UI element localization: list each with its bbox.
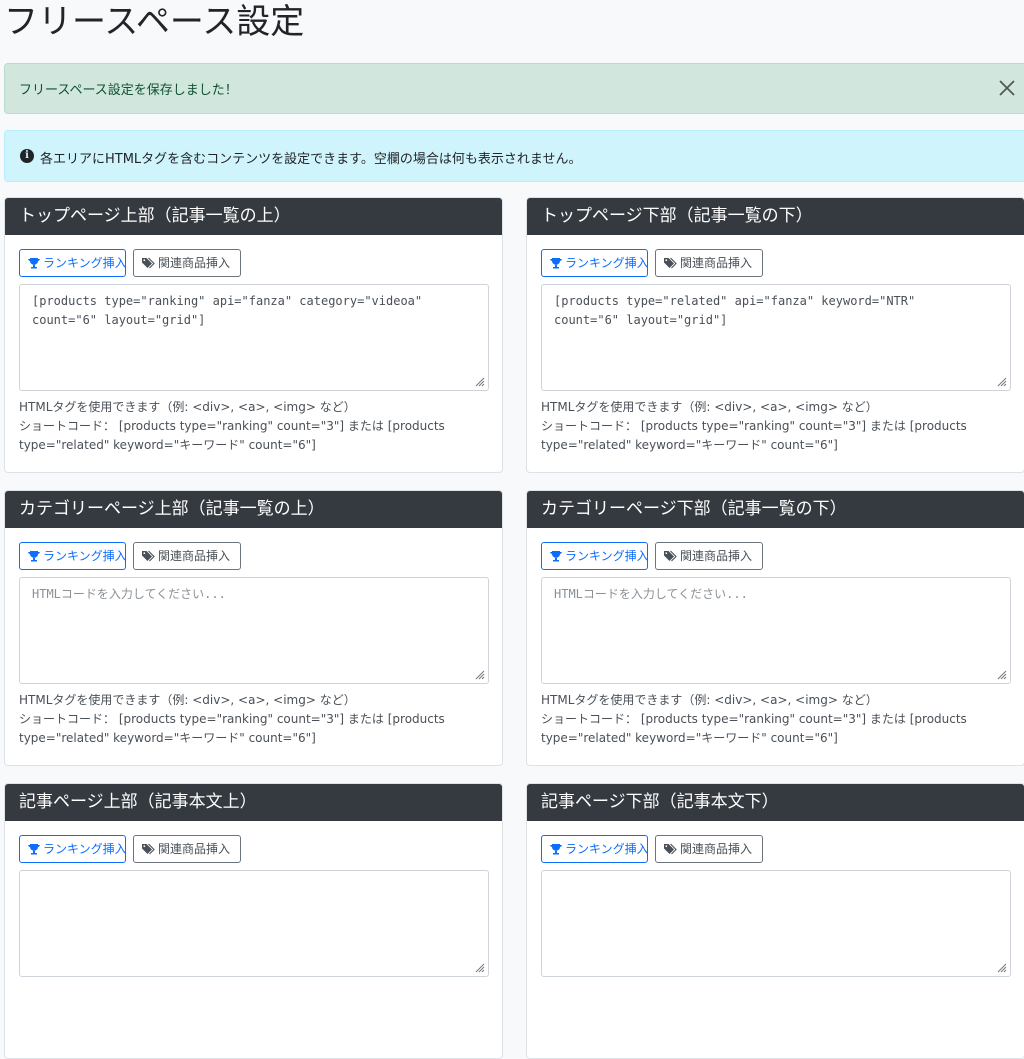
help-text: HTMLタグを使用できます（例: <div>, <a>, <img> など） ショ… bbox=[541, 693, 967, 745]
help-text: HTMLタグを使用できます（例: <div>, <a>, <img> など） ショ… bbox=[19, 400, 445, 452]
html-textarea[interactable]: HTMLコードを入力してください... bbox=[541, 577, 1011, 684]
related-insert-label: 関連商品挿入 bbox=[158, 256, 231, 270]
ranking-insert-label: ランキング挿入 bbox=[43, 549, 127, 563]
related-insert-label: 関連商品挿入 bbox=[158, 842, 231, 856]
ranking-insert-button[interactable]: ランキング挿入 bbox=[541, 835, 649, 863]
related-insert-button[interactable]: 関連商品挿入 bbox=[133, 835, 241, 863]
card-title: 記事ページ上部（記事本文上） bbox=[5, 784, 502, 821]
help-text: HTMLタグを使用できます（例: <div>, <a>, <img> など） ショ… bbox=[541, 400, 967, 452]
html-textarea[interactable]: HTMLコードを入力してください... bbox=[19, 577, 489, 684]
info-icon: i bbox=[20, 149, 34, 163]
tags-icon bbox=[142, 550, 155, 562]
card-title: トップページ下部（記事一覧の下） bbox=[527, 198, 1024, 235]
trophy-icon bbox=[550, 844, 562, 855]
resize-grip-icon[interactable] bbox=[473, 375, 485, 387]
card-title: カテゴリーページ下部（記事一覧の下） bbox=[527, 491, 1024, 528]
html-textarea[interactable] bbox=[19, 870, 489, 977]
resize-grip-icon[interactable] bbox=[995, 668, 1007, 680]
card-title: トップページ上部（記事一覧の上） bbox=[5, 198, 502, 235]
ranking-insert-label: ランキング挿入 bbox=[565, 842, 649, 856]
related-insert-label: 関連商品挿入 bbox=[680, 842, 753, 856]
related-insert-label: 関連商品挿入 bbox=[680, 256, 753, 270]
trophy-icon bbox=[550, 258, 562, 269]
ranking-insert-button[interactable]: ランキング挿入 bbox=[19, 249, 127, 277]
card-article-upper: 記事ページ上部（記事本文上） ランキング挿入 関連商品挿入 bbox=[4, 783, 503, 1059]
ranking-insert-button[interactable]: ランキング挿入 bbox=[541, 542, 649, 570]
html-textarea[interactable] bbox=[541, 870, 1011, 977]
card-category-upper: カテゴリーページ上部（記事一覧の上） ランキング挿入 関連商品挿入 HTMLコー… bbox=[4, 490, 503, 766]
info-alert: i 各エリアにHTMLタグを含むコンテンツを設定できます。空欄の場合は何も表示さ… bbox=[4, 130, 1024, 182]
ranking-insert-label: ランキング挿入 bbox=[43, 842, 127, 856]
success-alert: フリースペース設定を保存しました！ bbox=[4, 63, 1024, 114]
tags-icon bbox=[664, 257, 677, 269]
success-message: フリースペース設定を保存しました！ bbox=[19, 83, 238, 98]
html-textarea[interactable]: [products type="related" api="fanza" key… bbox=[541, 284, 1011, 391]
ranking-insert-label: ランキング挿入 bbox=[43, 256, 127, 270]
related-insert-button[interactable]: 関連商品挿入 bbox=[655, 542, 763, 570]
tags-icon bbox=[142, 843, 155, 855]
info-message: 各エリアにHTMLタグを含むコンテンツを設定できます。空欄の場合は何も表示されま… bbox=[40, 152, 582, 167]
ranking-insert-button[interactable]: ランキング挿入 bbox=[19, 542, 127, 570]
close-icon[interactable] bbox=[995, 76, 1019, 100]
card-title: カテゴリーページ上部（記事一覧の上） bbox=[5, 491, 502, 528]
card-article-lower: 記事ページ下部（記事本文下） ランキング挿入 関連商品挿入 bbox=[526, 783, 1024, 1059]
resize-grip-icon[interactable] bbox=[473, 668, 485, 680]
related-insert-label: 関連商品挿入 bbox=[680, 549, 753, 563]
resize-grip-icon[interactable] bbox=[995, 375, 1007, 387]
tags-icon bbox=[664, 843, 677, 855]
related-insert-button[interactable]: 関連商品挿入 bbox=[655, 835, 763, 863]
card-category-lower: カテゴリーページ下部（記事一覧の下） ランキング挿入 関連商品挿入 HTMLコー… bbox=[526, 490, 1024, 766]
ranking-insert-button[interactable]: ランキング挿入 bbox=[19, 835, 127, 863]
trophy-icon bbox=[28, 258, 40, 269]
card-top-lower: トップページ下部（記事一覧の下） ランキング挿入 関連商品挿入 [product… bbox=[526, 197, 1024, 473]
page-title: フリースペース設定 bbox=[4, 2, 305, 42]
related-insert-label: 関連商品挿入 bbox=[158, 549, 231, 563]
resize-grip-icon[interactable] bbox=[473, 961, 485, 973]
resize-grip-icon[interactable] bbox=[995, 961, 1007, 973]
tags-icon bbox=[664, 550, 677, 562]
trophy-icon bbox=[28, 844, 40, 855]
ranking-insert-label: ランキング挿入 bbox=[565, 549, 649, 563]
ranking-insert-button[interactable]: ランキング挿入 bbox=[541, 249, 649, 277]
related-insert-button[interactable]: 関連商品挿入 bbox=[133, 249, 241, 277]
help-text: HTMLタグを使用できます（例: <div>, <a>, <img> など） ショ… bbox=[19, 693, 445, 745]
card-title: 記事ページ下部（記事本文下） bbox=[527, 784, 1024, 821]
ranking-insert-label: ランキング挿入 bbox=[565, 256, 649, 270]
html-textarea[interactable]: [products type="ranking" api="fanza" cat… bbox=[19, 284, 489, 391]
tags-icon bbox=[142, 257, 155, 269]
trophy-icon bbox=[28, 551, 40, 562]
card-top-upper: トップページ上部（記事一覧の上） ランキング挿入 関連商品挿入 [product… bbox=[4, 197, 503, 473]
trophy-icon bbox=[550, 551, 562, 562]
related-insert-button[interactable]: 関連商品挿入 bbox=[655, 249, 763, 277]
related-insert-button[interactable]: 関連商品挿入 bbox=[133, 542, 241, 570]
